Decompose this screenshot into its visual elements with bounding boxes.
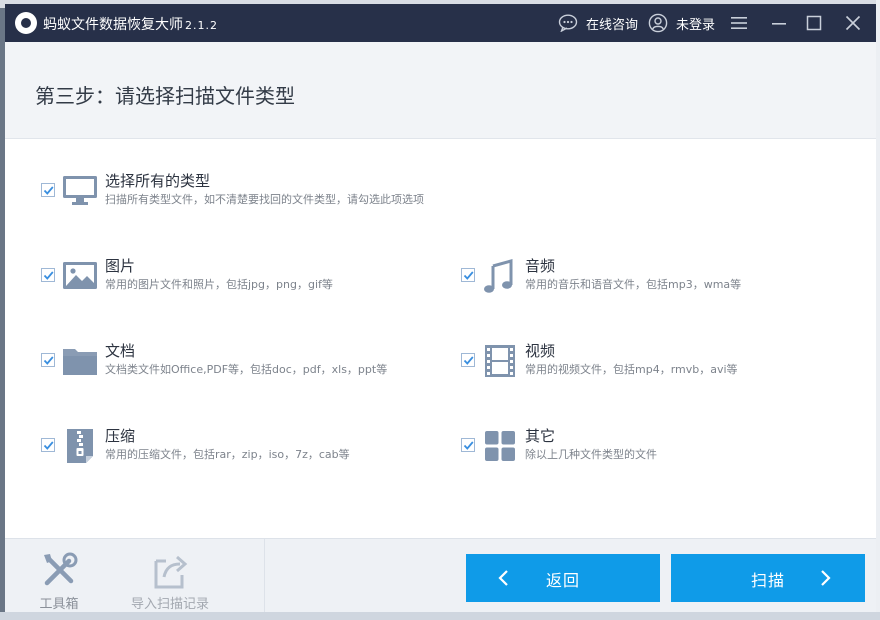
option-audio-label: 音频 <box>525 257 556 275</box>
checkmark-icon <box>43 356 54 365</box>
option-other-label: 其它 <box>525 427 556 445</box>
option-all-types-label: 选择所有的类型 <box>105 172 211 190</box>
app-logo-icon <box>15 12 37 34</box>
option-compressed-label: 压缩 <box>105 427 136 445</box>
page-title: 第三步：请选择扫描文件类型 <box>35 84 295 108</box>
close-icon[interactable] <box>843 13 863 33</box>
app-window: 蚂蚁文件数据恢复大师 2.1.2 在线咨询 未登录 第三步：请选择扫描文件类型 … <box>5 4 876 612</box>
option-video-label: 视频 <box>525 342 556 360</box>
zip-file-icon <box>67 429 93 463</box>
option-audio[interactable]: 音频 常用的音乐和语音文件，包括mp3，wma等 <box>461 257 851 310</box>
option-all-types[interactable]: 选择所有的类型 扫描所有类型文件，如不清楚要找回的文件类型，请勾选此项选项 <box>41 172 431 225</box>
minimize-icon[interactable] <box>769 13 789 33</box>
chevron-right-icon <box>821 570 831 586</box>
app-title: 蚂蚁文件数据恢复大师 2.1.2 <box>43 14 218 34</box>
desktop-background-right <box>876 0 880 620</box>
monitor-icon <box>63 176 97 205</box>
online-consult-label: 在线咨询 <box>586 17 639 33</box>
app-version: 2.1.2 <box>185 19 218 32</box>
title-bar[interactable]: 蚂蚁文件数据恢复大师 2.1.2 在线咨询 未登录 <box>5 4 876 42</box>
maximize-icon[interactable] <box>804 13 824 33</box>
footer-divider <box>264 539 265 612</box>
checkbox-document[interactable] <box>41 353 55 367</box>
step-header: 第三步：请选择扫描文件类型 <box>5 42 876 139</box>
login-status-label: 未登录 <box>676 17 716 33</box>
app-name: 蚂蚁文件数据恢复大师 <box>43 17 183 33</box>
grid-icon <box>485 431 515 461</box>
option-document-label: 文档 <box>105 342 136 360</box>
toolbox-button[interactable]: 工具箱 <box>14 547 104 612</box>
checkmark-icon <box>463 271 474 280</box>
checkbox-compressed[interactable] <box>41 438 55 452</box>
option-all-types-desc: 扫描所有类型文件，如不清楚要找回的文件类型，请勾选此项选项 <box>105 193 424 206</box>
footer-bar: 工具箱 导入扫描记录 返回 扫描 <box>5 538 876 612</box>
option-video[interactable]: 视频 常用的视频文件，包括mp4，rmvb，avi等 <box>461 342 851 395</box>
checkmark-icon <box>43 441 54 450</box>
import-scan-record-button[interactable]: 导入扫描记录 <box>122 547 218 612</box>
back-button-label: 返回 <box>546 571 581 590</box>
option-compressed-desc: 常用的压缩文件，包括rar，zip，iso，7z，cab等 <box>105 448 350 461</box>
back-button[interactable]: 返回 <box>466 554 660 602</box>
checkmark-icon <box>43 186 54 195</box>
desktop-background-bottom <box>0 612 880 620</box>
option-image-desc: 常用的图片文件和照片，包括jpg，png，gif等 <box>105 278 333 291</box>
online-consult-button[interactable]: 在线咨询 <box>558 12 638 34</box>
music-note-icon <box>484 259 513 293</box>
tools-icon <box>44 552 78 586</box>
chat-bubble-icon <box>558 14 578 32</box>
option-image-label: 图片 <box>105 257 136 275</box>
option-audio-desc: 常用的音乐和语音文件，包括mp3，wma等 <box>525 278 742 291</box>
folder-icon <box>63 349 97 375</box>
chevron-left-icon <box>498 570 508 586</box>
option-document-desc: 文档类文件如Office,PDF等，包括doc，pdf，xls，ppt等 <box>105 363 388 376</box>
checkmark-icon <box>463 441 474 450</box>
checkbox-other[interactable] <box>461 438 475 452</box>
checkbox-audio[interactable] <box>461 268 475 282</box>
checkbox-image[interactable] <box>41 268 55 282</box>
scan-button[interactable]: 扫描 <box>671 554 865 602</box>
option-video-desc: 常用的视频文件，包括mp4，rmvb，avi等 <box>525 363 738 376</box>
film-icon <box>485 345 515 377</box>
import-scan-record-label: 导入扫描记录 <box>130 597 209 612</box>
menu-icon[interactable] <box>729 13 749 33</box>
checkbox-all-types[interactable] <box>41 183 55 197</box>
toolbox-label: 工具箱 <box>39 597 79 612</box>
import-export-icon <box>154 555 188 589</box>
image-icon <box>63 262 97 289</box>
login-button[interactable]: 未登录 <box>648 12 715 34</box>
scan-button-label: 扫描 <box>751 571 786 590</box>
option-image[interactable]: 图片 常用的图片文件和照片，包括jpg，png，gif等 <box>41 257 431 310</box>
option-compressed[interactable]: 压缩 常用的压缩文件，包括rar，zip，iso，7z，cab等 <box>41 427 431 480</box>
checkmark-icon <box>463 356 474 365</box>
user-icon <box>648 13 668 33</box>
checkbox-video[interactable] <box>461 353 475 367</box>
option-other[interactable]: 其它 除以上几种文件类型的文件 <box>461 427 851 480</box>
option-other-desc: 除以上几种文件类型的文件 <box>525 448 657 461</box>
option-document[interactable]: 文档 文档类文件如Office,PDF等，包括doc，pdf，xls，ppt等 <box>41 342 431 395</box>
checkmark-icon <box>43 271 54 280</box>
